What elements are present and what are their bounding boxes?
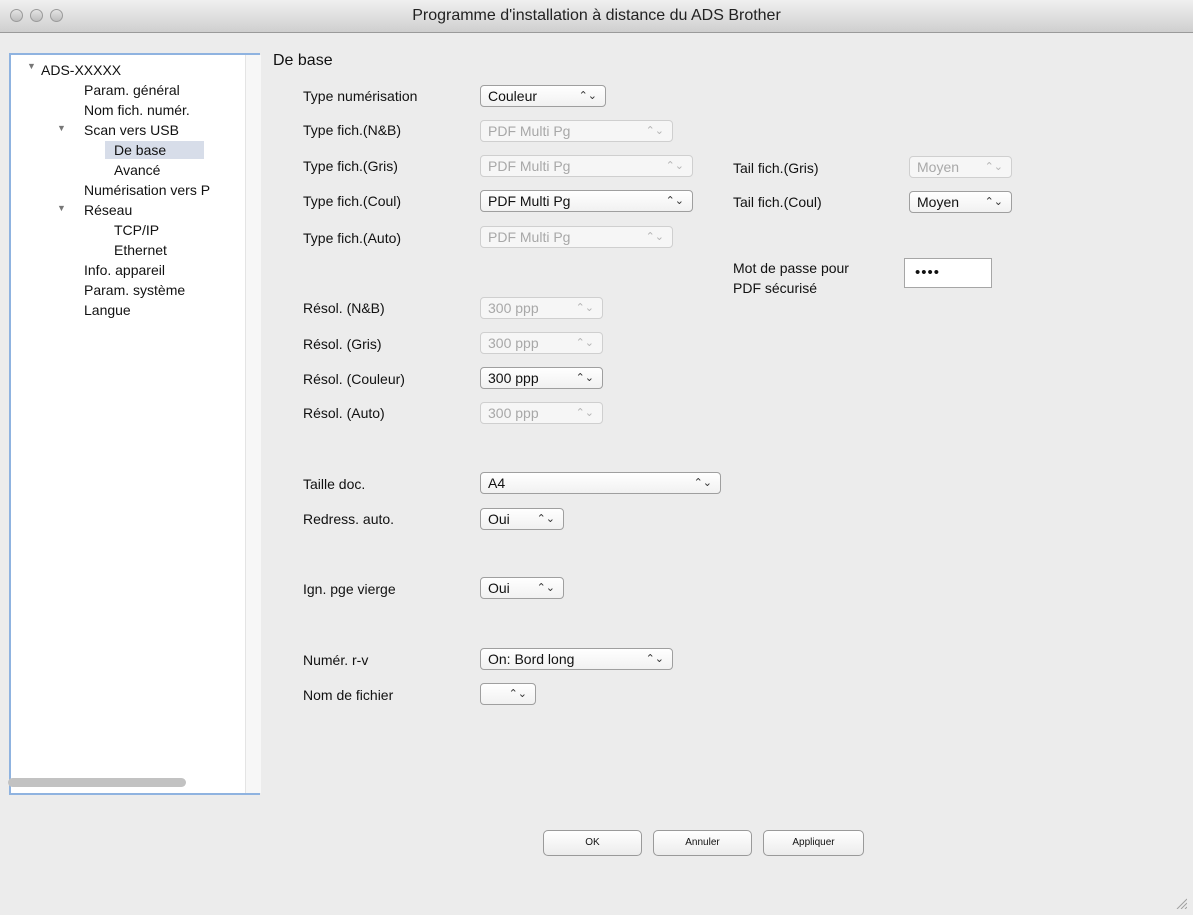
settings-tree: ▼ ADS-XXXXX Param. général Nom fich. num…	[9, 53, 261, 795]
file-type-gray-value: PDF Multi Pg	[488, 158, 571, 174]
skip-blank-label: Ign. pge vierge	[303, 581, 396, 597]
updown-chevron-icon: ⌃⌄	[693, 477, 712, 489]
res-bw-label: Résol. (N&B)	[303, 300, 385, 316]
res-gray-value: 300 ppp	[488, 335, 539, 351]
file-type-bw-select: PDF Multi Pg ⌃⌄	[480, 120, 673, 142]
title-bar: Programme d'installation à distance du A…	[0, 0, 1193, 33]
file-name-select[interactable]: ⌃⌄	[480, 683, 536, 705]
tree-item-de-base[interactable]: De base	[105, 141, 204, 159]
duplex-value: On: Bord long	[488, 651, 575, 667]
res-bw-select: 300 ppp ⌃⌄	[480, 297, 603, 319]
file-size-color-select[interactable]: Moyen ⌃⌄	[909, 191, 1012, 213]
updown-chevron-icon: ⌃⌄	[536, 513, 555, 525]
res-gray-label: Résol. (Gris)	[303, 336, 382, 352]
duplex-label: Numér. r-v	[303, 652, 369, 668]
duplex-select[interactable]: On: Bord long ⌃⌄	[480, 648, 673, 670]
tree-item-scan-usb[interactable]: Scan vers USB	[84, 121, 179, 139]
res-auto-select: 300 ppp ⌃⌄	[480, 402, 603, 424]
cancel-button[interactable]: Annuler	[653, 830, 752, 856]
auto-deskew-value: Oui	[488, 511, 510, 527]
tree-item-reseau[interactable]: Réseau	[84, 201, 132, 219]
res-bw-value: 300 ppp	[488, 300, 539, 316]
file-type-color-label: Type fich.(Coul)	[303, 193, 402, 209]
pdf-password-label-line2: PDF sécurisé	[733, 280, 818, 296]
updown-chevron-icon: ⌃⌄	[575, 372, 594, 384]
file-size-gray-select: Moyen ⌃⌄	[909, 156, 1012, 178]
triangle-down-icon[interactable]: ▼	[57, 123, 66, 133]
updown-chevron-icon: ⌃⌄	[508, 688, 527, 700]
updown-chevron-icon: ⌃⌄	[984, 161, 1003, 173]
res-gray-select: 300 ppp ⌃⌄	[480, 332, 603, 354]
file-type-gray-label: Type fich.(Gris)	[303, 158, 398, 174]
resize-grip-icon[interactable]	[1175, 897, 1187, 909]
tree-item-param-systeme[interactable]: Param. système	[84, 281, 185, 299]
file-type-auto-select: PDF Multi Pg ⌃⌄	[480, 226, 673, 248]
res-color-select[interactable]: 300 ppp ⌃⌄	[480, 367, 603, 389]
file-name-label: Nom de fichier	[303, 687, 394, 703]
doc-size-value: A4	[488, 475, 506, 491]
ok-button[interactable]: OK	[543, 830, 642, 856]
file-type-bw-value: PDF Multi Pg	[488, 123, 571, 139]
auto-deskew-select[interactable]: Oui ⌃⌄	[480, 508, 564, 530]
tree-horizontal-scrollbar[interactable]	[8, 778, 186, 787]
tree-item-ads[interactable]: ADS-XXXXX	[41, 61, 121, 79]
updown-chevron-icon: ⌃⌄	[536, 582, 555, 594]
scan-type-value: Couleur	[488, 88, 538, 104]
res-auto-value: 300 ppp	[488, 405, 539, 421]
tree-vertical-scrollbar[interactable]	[245, 55, 261, 793]
tree-item-param-general[interactable]: Param. général	[84, 81, 180, 99]
updown-chevron-icon: ⌃⌄	[578, 90, 597, 102]
updown-chevron-icon: ⌃⌄	[645, 231, 664, 243]
res-color-value: 300 ppp	[488, 370, 539, 386]
scan-type-label: Type numérisation	[303, 88, 418, 104]
tree-item-avance[interactable]: Avancé	[114, 161, 160, 179]
file-size-color-label: Tail fich.(Coul)	[733, 194, 822, 210]
updown-chevron-icon: ⌃⌄	[665, 160, 684, 172]
file-type-auto-label: Type fich.(Auto)	[303, 230, 402, 246]
updown-chevron-icon: ⌃⌄	[575, 407, 594, 419]
scan-type-select[interactable]: Couleur ⌃⌄	[480, 85, 606, 107]
updown-chevron-icon: ⌃⌄	[575, 302, 594, 314]
res-color-label: Résol. (Couleur)	[303, 371, 405, 387]
tree-item-info-appareil[interactable]: Info. appareil	[84, 261, 165, 279]
tree-item-langue[interactable]: Langue	[84, 301, 131, 319]
file-size-gray-value: Moyen	[917, 159, 960, 175]
pdf-password-label-line1: Mot de passe pour	[733, 260, 849, 276]
doc-size-label: Taille doc.	[303, 476, 366, 492]
file-type-color-value: PDF Multi Pg	[488, 193, 571, 209]
file-type-bw-label: Type fich.(N&B)	[303, 122, 402, 138]
updown-chevron-icon: ⌃⌄	[645, 125, 664, 137]
file-size-gray-label: Tail fich.(Gris)	[733, 160, 819, 176]
file-size-color-value: Moyen	[917, 194, 960, 210]
updown-chevron-icon: ⌃⌄	[575, 337, 594, 349]
res-auto-label: Résol. (Auto)	[303, 405, 385, 421]
triangle-down-icon[interactable]: ▼	[57, 203, 66, 213]
doc-size-select[interactable]: A4 ⌃⌄	[480, 472, 721, 494]
auto-deskew-label: Redress. auto.	[303, 511, 395, 527]
updown-chevron-icon: ⌃⌄	[645, 653, 664, 665]
apply-button[interactable]: Appliquer	[763, 830, 864, 856]
tree-item-numerisation[interactable]: Numérisation vers P	[84, 181, 210, 199]
triangle-down-icon[interactable]: ▼	[27, 61, 36, 71]
tree-item-tcpip[interactable]: TCP/IP	[114, 221, 159, 239]
file-type-auto-value: PDF Multi Pg	[488, 229, 571, 245]
file-type-gray-select: PDF Multi Pg ⌃⌄	[480, 155, 693, 177]
skip-blank-value: Oui	[488, 580, 510, 596]
window-title: Programme d'installation à distance du A…	[412, 7, 781, 24]
pdf-password-field[interactable]: ••••	[904, 258, 992, 288]
tree-item-ethernet[interactable]: Ethernet	[114, 241, 167, 259]
updown-chevron-icon: ⌃⌄	[665, 195, 684, 207]
section-title: De base	[273, 52, 333, 69]
skip-blank-select[interactable]: Oui ⌃⌄	[480, 577, 564, 599]
file-type-color-select[interactable]: PDF Multi Pg ⌃⌄	[480, 190, 693, 212]
updown-chevron-icon: ⌃⌄	[984, 196, 1003, 208]
tree-item-nom-fich[interactable]: Nom fich. numér.	[84, 101, 190, 119]
